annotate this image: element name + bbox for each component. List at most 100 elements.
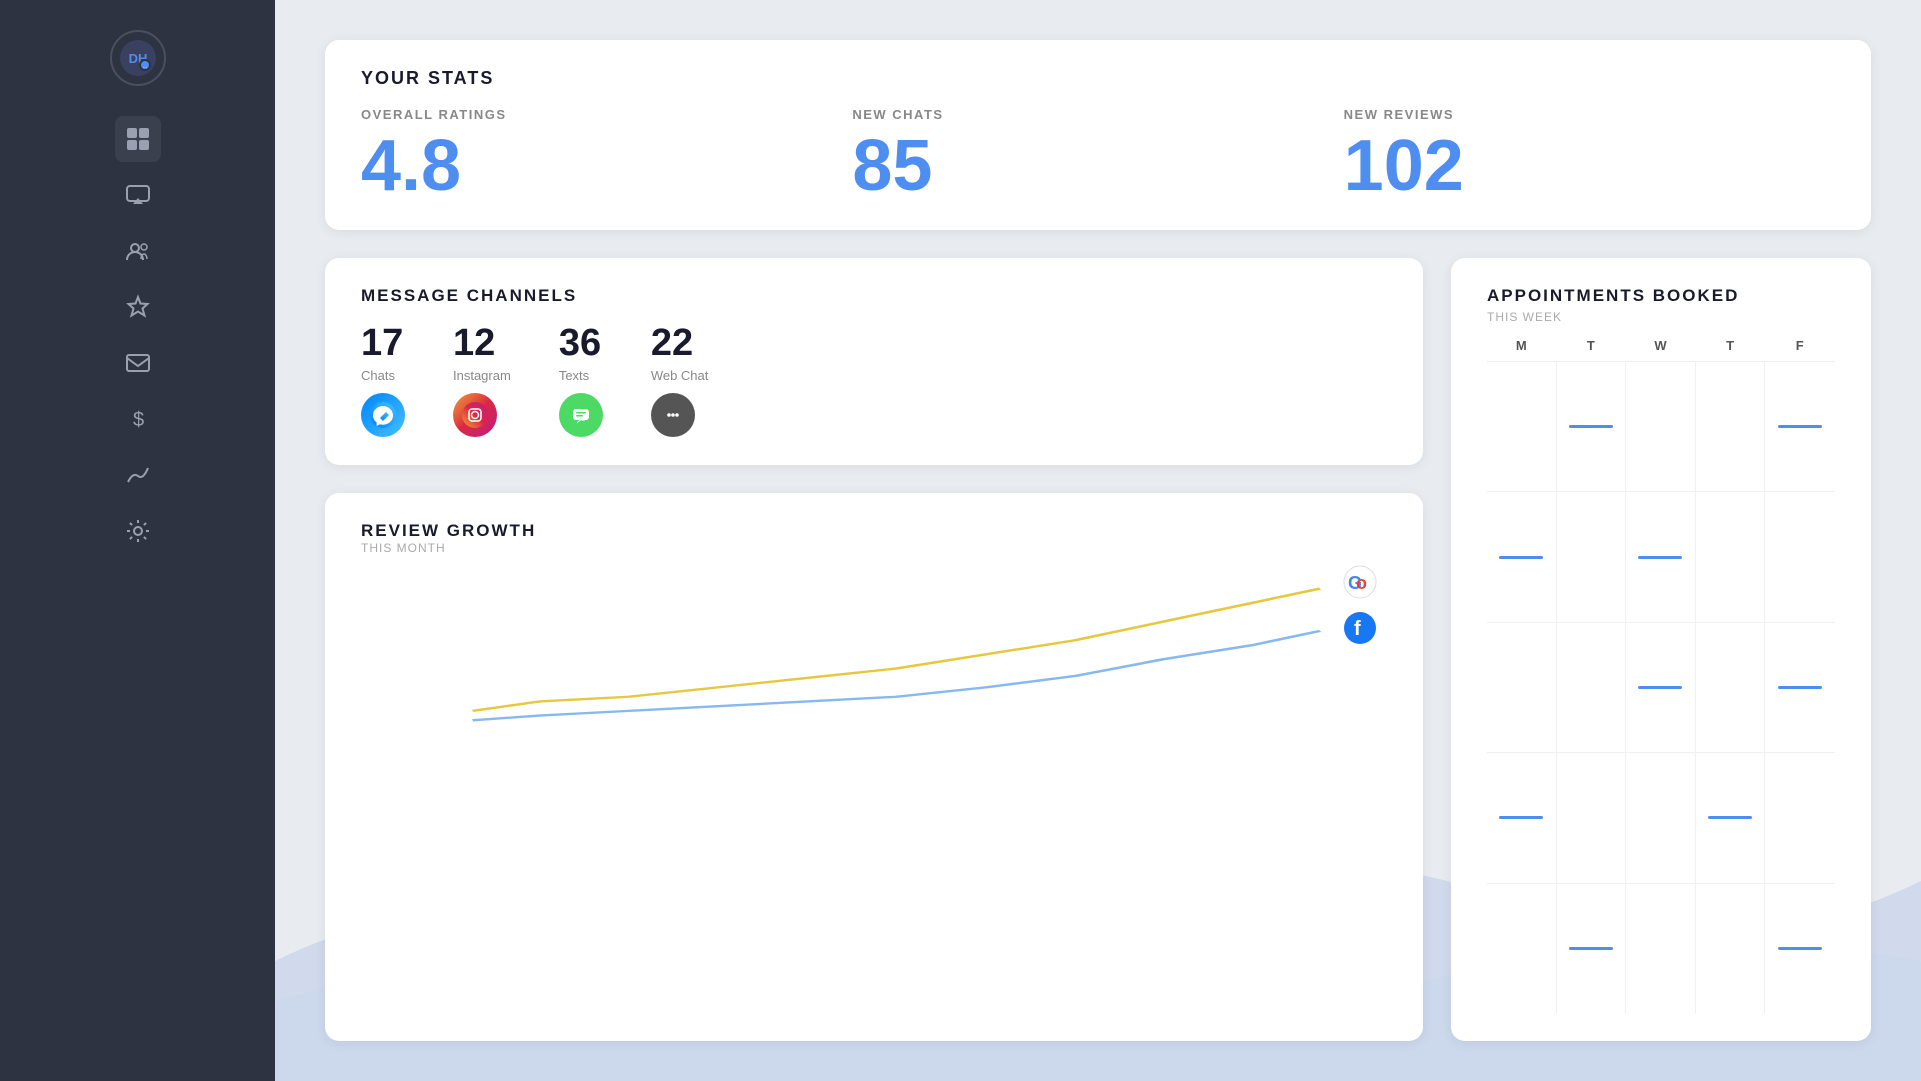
appointments-header: M T W T F <box>1487 338 1835 362</box>
appt-cell-3-1 <box>1487 623 1557 752</box>
webchat-count: 22 <box>651 324 693 362</box>
main-content: YOUR STATS OVERALL RATINGS 4.8 NEW CHATS… <box>275 0 1921 1081</box>
overall-ratings-label: OVERALL RATINGS <box>361 107 852 122</box>
right-column: APPOINTMENTS BOOKED THIS WEEK M T W T F <box>1451 258 1871 1041</box>
appt-cell-2-5 <box>1765 492 1835 621</box>
channel-instagram: 12 Instagram <box>453 324 511 437</box>
appt-cell-4-1 <box>1487 753 1557 882</box>
review-growth-subtitle: THIS MONTH <box>361 541 1387 555</box>
appt-indicator <box>1499 556 1543 559</box>
appt-cell-1-5 <box>1765 362 1835 491</box>
sidebar-item-contacts[interactable] <box>115 228 161 274</box>
messenger-icon <box>361 393 405 437</box>
appt-cell-2-2 <box>1557 492 1627 621</box>
overall-ratings-value: 4.8 <box>361 130 852 202</box>
appt-cell-1-2 <box>1557 362 1627 491</box>
stat-new-reviews: NEW REVIEWS 102 <box>1344 107 1835 202</box>
appt-indicator <box>1569 947 1613 950</box>
new-reviews-value: 102 <box>1344 130 1835 202</box>
app-logo: DH ... <box>110 30 166 86</box>
day-header-t2: T <box>1696 338 1766 353</box>
svg-text:f: f <box>1354 618 1361 640</box>
chats-count: 17 <box>361 324 403 362</box>
appointments-card: APPOINTMENTS BOOKED THIS WEEK M T W T F <box>1451 258 1871 1041</box>
review-growth-title: REVIEW GROWTH <box>361 521 1387 541</box>
chats-label: Chats <box>361 368 395 383</box>
sidebar-item-inbox[interactable] <box>115 340 161 386</box>
appt-cell-4-4 <box>1696 753 1766 882</box>
appt-indicator <box>1778 686 1822 689</box>
instagram-count: 12 <box>453 324 495 362</box>
sidebar-item-messages[interactable] <box>115 172 161 218</box>
sidebar-item-settings[interactable] <box>115 508 161 554</box>
appt-row-5 <box>1487 884 1835 1013</box>
sidebar-item-reviews[interactable] <box>115 284 161 330</box>
appt-cell-3-5 <box>1765 623 1835 752</box>
appt-cell-3-2 <box>1557 623 1627 752</box>
svg-text:$: $ <box>133 409 144 431</box>
stats-title: YOUR STATS <box>361 68 1835 89</box>
day-header-m: M <box>1487 338 1557 353</box>
appt-indicator <box>1499 816 1543 819</box>
appt-row-1 <box>1487 362 1835 492</box>
new-chats-label: NEW CHATS <box>852 107 1343 122</box>
svg-text:...: ... <box>142 64 146 70</box>
appt-cell-1-4 <box>1696 362 1766 491</box>
appt-cell-2-4 <box>1696 492 1766 621</box>
day-header-w: W <box>1626 338 1696 353</box>
appt-cell-1-1 <box>1487 362 1557 491</box>
appt-indicator <box>1778 425 1822 428</box>
new-reviews-label: NEW REVIEWS <box>1344 107 1835 122</box>
appt-row-2 <box>1487 492 1835 622</box>
message-channels-card: MESSAGE CHANNELS 17 Chats <box>325 258 1423 465</box>
appt-row-4 <box>1487 753 1835 883</box>
channel-webchat: 22 Web Chat <box>651 324 709 437</box>
review-growth-card: REVIEW GROWTH THIS MONTH G <box>325 493 1423 1041</box>
day-header-f: F <box>1765 338 1835 353</box>
appt-cell-1-3 <box>1626 362 1696 491</box>
channel-chats: 17 Chats <box>361 324 405 437</box>
sidebar-item-billing[interactable]: $ <box>115 396 161 442</box>
appt-cell-5-1 <box>1487 884 1557 1013</box>
day-header-t1: T <box>1557 338 1627 353</box>
instagram-label: Instagram <box>453 368 511 383</box>
appointments-body <box>1487 362 1835 1013</box>
google-legend-icon: G o <box>1343 565 1377 604</box>
appt-cell-3-3 <box>1626 623 1696 752</box>
texts-count: 36 <box>559 324 601 362</box>
appt-cell-4-2 <box>1557 753 1627 882</box>
instagram-icon <box>453 393 497 437</box>
appt-cell-5-3 <box>1626 884 1696 1013</box>
webchat-icon <box>651 393 695 437</box>
texts-label: Texts <box>559 368 589 383</box>
appt-cell-4-5 <box>1765 753 1835 882</box>
appt-indicator <box>1638 556 1682 559</box>
appt-cell-2-1 <box>1487 492 1557 621</box>
appt-cell-5-5 <box>1765 884 1835 1013</box>
appt-row-3 <box>1487 623 1835 753</box>
appt-indicator <box>1569 425 1613 428</box>
chart-area: G o f <box>361 565 1387 725</box>
appt-indicator <box>1778 947 1822 950</box>
stats-row: OVERALL RATINGS 4.8 NEW CHATS 85 NEW REV… <box>361 107 1835 202</box>
channel-texts: 36 Texts <box>559 324 603 437</box>
sidebar-item-analytics[interactable] <box>115 452 161 498</box>
bottom-row: MESSAGE CHANNELS 17 Chats <box>325 258 1871 1041</box>
review-chart <box>361 565 1387 725</box>
appt-cell-4-3 <box>1626 753 1696 882</box>
svg-text:o: o <box>1356 573 1367 593</box>
appointments-title: APPOINTMENTS BOOKED <box>1487 286 1835 306</box>
new-chats-value: 85 <box>852 130 1343 202</box>
appointments-subtitle: THIS WEEK <box>1487 310 1835 324</box>
channels-title: MESSAGE CHANNELS <box>361 286 1387 306</box>
sidebar-item-dashboard[interactable] <box>115 116 161 162</box>
texts-icon <box>559 393 603 437</box>
sidebar: DH ... <box>0 0 275 1081</box>
appt-cell-3-4 <box>1696 623 1766 752</box>
webchat-label: Web Chat <box>651 368 709 383</box>
facebook-legend-icon: f <box>1343 611 1377 650</box>
appt-cell-2-3 <box>1626 492 1696 621</box>
channels-row: 17 Chats <box>361 324 1387 437</box>
left-column: MESSAGE CHANNELS 17 Chats <box>325 258 1423 1041</box>
stat-overall-ratings: OVERALL RATINGS 4.8 <box>361 107 852 202</box>
